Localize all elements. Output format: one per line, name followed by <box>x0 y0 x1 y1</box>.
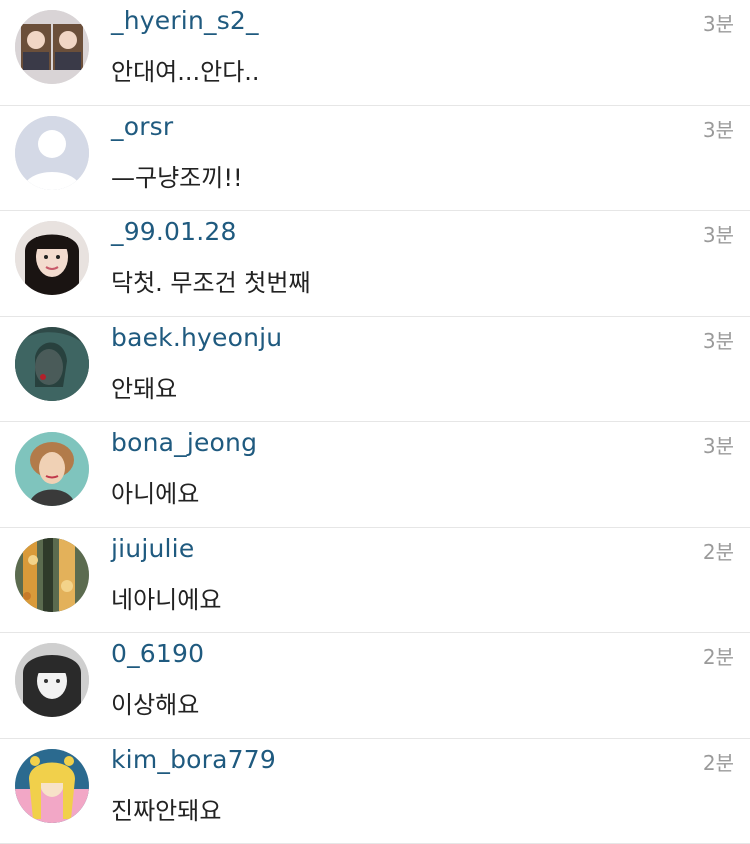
comment-row: _orsr —구냥조끼!! 3분 <box>0 106 750 212</box>
username-link[interactable]: baek.hyeonju <box>111 323 282 352</box>
username-link[interactable]: jiujulie <box>111 534 194 563</box>
comment-row: _99.01.28 닥첫. 무조건 첫번째 3분 <box>0 211 750 317</box>
comment-text: 네아니에요 <box>111 580 221 615</box>
default-avatar-icon[interactable] <box>15 116 89 190</box>
username-link[interactable]: 0_6190 <box>111 639 204 668</box>
photo-avatar-icon[interactable] <box>15 432 89 506</box>
comment-row: _hyerin_s2_ 안대여...안다.. 3분 <box>0 0 750 106</box>
comment-row: baek.hyeonju 안돼요 3분 <box>0 317 750 423</box>
timestamp: 3분 <box>703 8 734 37</box>
comment-text: 안돼요 <box>111 369 177 404</box>
photo-avatar-icon[interactable] <box>15 749 89 823</box>
comment-text: 진짜안돼요 <box>111 791 221 826</box>
timestamp: 3분 <box>703 325 734 354</box>
photo-avatar-icon[interactable] <box>15 327 89 401</box>
username-link[interactable]: _orsr <box>111 112 173 141</box>
comment-row: bona_jeong 아니에요 3분 <box>0 422 750 528</box>
username-link[interactable]: _hyerin_s2_ <box>111 6 259 35</box>
photo-avatar-icon[interactable] <box>15 221 89 295</box>
photo-avatar-icon[interactable] <box>15 538 89 612</box>
comment-row: jiujulie 네아니에요 2분 <box>0 528 750 634</box>
username-link[interactable]: bona_jeong <box>111 428 257 457</box>
timestamp: 3분 <box>703 114 734 143</box>
photo-avatar-icon[interactable] <box>15 643 89 717</box>
comment-list: _hyerin_s2_ 안대여...안다.. 3분 _orsr —구냥조끼!! … <box>0 0 750 844</box>
photo-avatar-icon[interactable] <box>15 10 89 84</box>
timestamp: 3분 <box>703 430 734 459</box>
timestamp: 2분 <box>703 536 734 565</box>
comment-text: —구냥조끼!! <box>111 158 243 193</box>
comment-text: 안대여...안다.. <box>111 52 260 87</box>
timestamp: 3분 <box>703 219 734 248</box>
timestamp: 2분 <box>703 641 734 670</box>
comment-text: 닥첫. 무조건 첫번째 <box>111 263 311 298</box>
comment-text: 아니에요 <box>111 474 199 509</box>
timestamp: 2분 <box>703 747 734 776</box>
comment-text: 이상해요 <box>111 685 199 720</box>
comment-row: kim_bora779 진짜안돼요 2분 <box>0 739 750 844</box>
username-link[interactable]: _99.01.28 <box>111 217 237 246</box>
comment-row: 0_6190 이상해요 2분 <box>0 633 750 739</box>
username-link[interactable]: kim_bora779 <box>111 745 276 774</box>
